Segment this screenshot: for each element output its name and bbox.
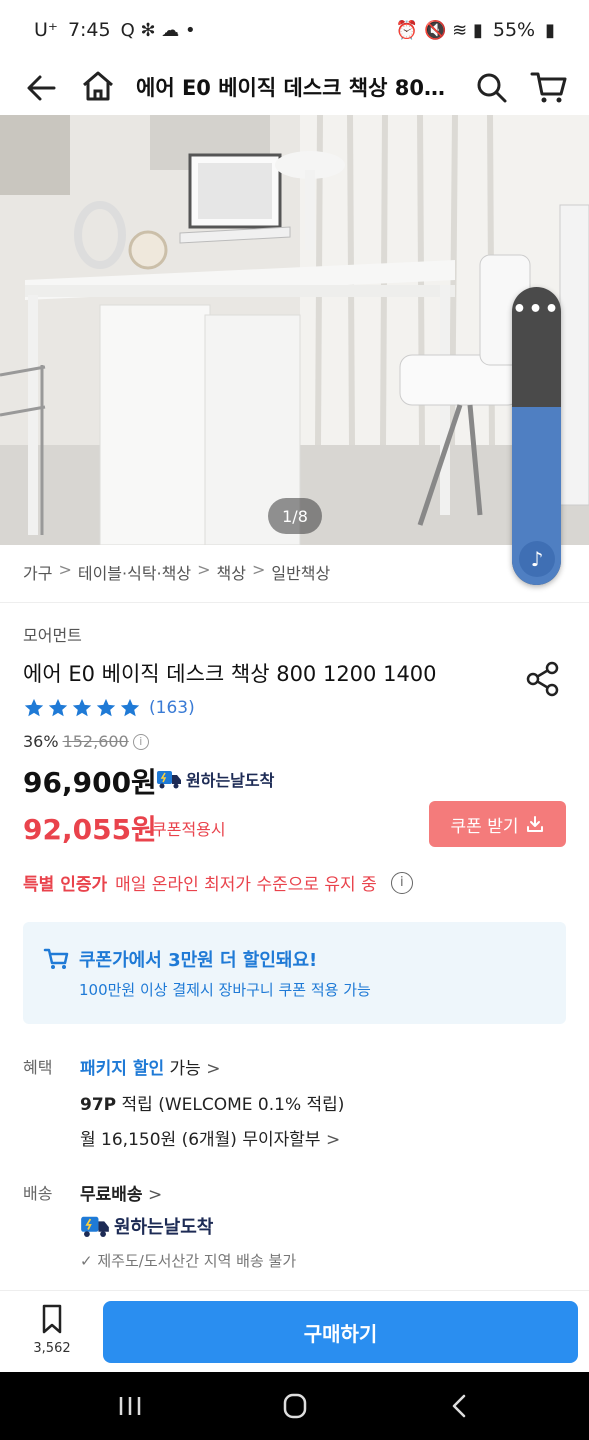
home-button-icon[interactable] xyxy=(275,1390,315,1422)
discount-rate: 36% xyxy=(23,732,59,751)
sale-price: 96,900원 xyxy=(23,766,157,799)
carrier-label: U⁺ xyxy=(34,19,58,41)
shipping-note-row: ✓ 제주도/도서산간 지역 배송 불가 xyxy=(80,1250,296,1271)
nav-back-icon[interactable] xyxy=(440,1390,480,1422)
status-bar: U⁺ 7:45 Q ✻ ☁ • ⏰ 🔇 ≋ ▮ 55% ▮ xyxy=(0,0,589,60)
star-icon xyxy=(120,698,140,717)
cart-icon[interactable] xyxy=(528,66,570,108)
notification-icons: Q ✻ ☁ • xyxy=(120,19,196,41)
buy-button[interactable]: 구매하기 xyxy=(103,1301,578,1363)
package-discount-link[interactable]: 패키지 할인 가능 > xyxy=(80,1054,220,1079)
points-text: 적립 (WELCOME 0.1% 적립) xyxy=(121,1095,345,1115)
chevron-right-icon: > xyxy=(147,1185,163,1205)
special-price-label: 특별 인증가 xyxy=(23,875,108,895)
discount-row: 36% 152,600 i xyxy=(23,732,149,751)
search-icon[interactable] xyxy=(472,68,512,108)
points-row: 97P 적립 (WELCOME 0.1% 적립) xyxy=(80,1090,344,1115)
breadcrumb-item[interactable]: 가구 xyxy=(23,560,52,584)
recent-apps-icon[interactable] xyxy=(110,1390,150,1422)
battery-icon: ▮ xyxy=(545,19,555,41)
coupon-banner[interactable]: 쿠폰가에서 3만원 더 할인돼요! 100만원 이상 결제시 장바구니 쿠폰 적… xyxy=(23,922,566,1024)
chevron-right-icon: > xyxy=(58,560,72,579)
system-nav-bar xyxy=(0,1372,589,1440)
breadcrumb: 가구 > 테이블·식탁·책상 > 책상 > 일반책상 xyxy=(23,560,330,584)
home-icon[interactable] xyxy=(78,66,118,106)
banner-subtitle: 100만원 이상 결제시 장바구니 쿠폰 적용 가능 xyxy=(79,981,371,999)
battery-percent: 55% xyxy=(492,19,536,41)
banner-title: 쿠폰가에서 3만원 더 할인돼요! xyxy=(79,950,318,971)
system-icons: ⏰ 🔇 ≋ ▮ xyxy=(395,19,483,41)
review-count[interactable]: (163) xyxy=(149,698,195,718)
breadcrumb-item[interactable]: 책상 xyxy=(216,560,245,584)
info-icon[interactable]: i xyxy=(132,733,149,750)
star-icon xyxy=(96,698,116,717)
shipping-label: 배송 xyxy=(23,1184,53,1203)
product-photo xyxy=(0,115,589,545)
shipping-delivery-badge: 원하는날도착 xyxy=(80,1213,213,1239)
delivery-badge: 원하는날도착 xyxy=(156,767,274,791)
bookmark-icon xyxy=(42,1304,62,1334)
get-coupon-label: 쿠폰 받기 xyxy=(450,816,519,837)
chevron-right-icon: > xyxy=(325,1130,341,1150)
back-arrow-icon[interactable] xyxy=(22,68,62,108)
package-discount: 패키지 할인 xyxy=(80,1059,165,1079)
original-price: 152,600 xyxy=(62,732,129,751)
cart-icon xyxy=(43,948,69,969)
clock: 7:45 xyxy=(67,19,111,41)
package-discount-suffix: 가능 xyxy=(169,1059,201,1079)
chevron-right-icon: > xyxy=(251,560,266,579)
rating[interactable]: (163) xyxy=(23,697,195,719)
more-options-icon[interactable]: ••• xyxy=(512,297,561,322)
music-note-icon[interactable]: ♪ xyxy=(519,541,555,577)
bookmark-button[interactable]: 3,562 xyxy=(30,1303,74,1356)
app-header: 에어 E0 베이직 데스크 책상 800... xyxy=(0,60,589,116)
truck-icon xyxy=(81,1216,109,1237)
info-icon[interactable]: i xyxy=(390,871,413,894)
volume-slider[interactable]: ••• ♪ xyxy=(512,287,561,585)
bookmark-count: 3,562 xyxy=(33,1341,71,1356)
shipping-badge-label: 원하는날도착 xyxy=(114,1217,214,1238)
page-title: 에어 E0 베이직 데스크 책상 800... xyxy=(136,76,456,100)
delivery-badge-label: 원하는날도착 xyxy=(186,771,275,790)
chevron-right-icon: > xyxy=(206,1059,221,1079)
installment-link[interactable]: 월 16,150원 (6개월) 무이자할부 > xyxy=(80,1125,340,1150)
free-shipping-link[interactable]: 무료배송 > xyxy=(80,1180,162,1205)
get-coupon-button[interactable]: 쿠폰 받기 xyxy=(429,801,566,847)
chevron-right-icon: > xyxy=(197,560,211,579)
truck-icon xyxy=(157,771,181,789)
star-icon xyxy=(24,698,44,717)
points-amount: 97P xyxy=(80,1095,117,1115)
product-image-carousel[interactable]: 1/8 xyxy=(0,115,589,545)
check-icon: ✓ xyxy=(80,1252,93,1270)
divider xyxy=(0,602,589,603)
breadcrumb-item[interactable]: 테이블·식탁·책상 xyxy=(78,560,191,584)
download-icon xyxy=(527,816,544,832)
special-price-text: 매일 온라인 최저가 수준으로 유지 중 xyxy=(115,875,377,895)
product-title: 에어 E0 베이직 데스크 책상 800 1200 1400 xyxy=(23,662,437,686)
installment-text: 월 16,150원 (6개월) 무이자할부 xyxy=(80,1130,321,1150)
free-shipping: 무료배송 xyxy=(80,1185,143,1205)
coupon-price-label: 쿠폰적용시 xyxy=(152,820,226,839)
coupon-price: 92,055원 xyxy=(23,813,157,846)
bottom-action-bar: 3,562 구매하기 xyxy=(0,1290,589,1372)
shipping-note: 제주도/도서산간 지역 배송 불가 xyxy=(97,1252,297,1270)
breadcrumb-item[interactable]: 일반책상 xyxy=(271,560,330,584)
share-icon[interactable] xyxy=(524,660,562,698)
brand-name[interactable]: 모어먼트 xyxy=(23,622,82,646)
image-pager: 1/8 xyxy=(268,498,322,534)
benefits-label: 혜택 xyxy=(23,1058,53,1077)
star-icon xyxy=(48,698,68,717)
star-icon xyxy=(72,698,92,717)
special-price-row: 특별 인증가 매일 온라인 최저가 수준으로 유지 중 i xyxy=(23,870,413,895)
